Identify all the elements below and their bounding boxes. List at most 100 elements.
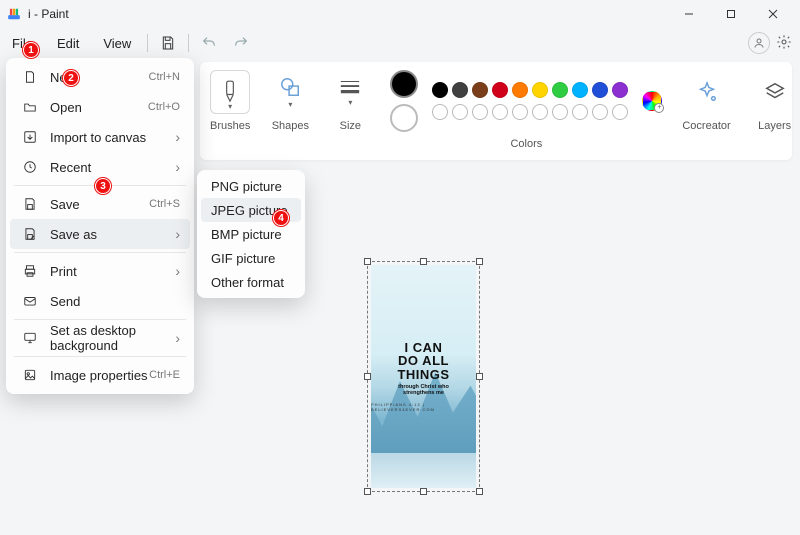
maximize-button[interactable] [710,0,752,28]
color-swatch[interactable] [492,82,508,98]
desktop-icon [20,331,40,345]
color-swatch[interactable] [432,82,448,98]
saveas-menu-item[interactable]: GIF picture [201,246,301,270]
menu-item-label: Save [50,197,149,212]
resize-handle-sw[interactable] [364,488,371,495]
color-swatch[interactable] [552,82,568,98]
menu-item-label: Open [50,100,148,115]
ribbon-label-colors: Colors [510,138,542,150]
menu-edit[interactable]: Edit [45,32,91,55]
submenu-indicator-icon [175,263,180,279]
layers-button[interactable] [751,70,799,114]
resize-handle-nw[interactable] [364,258,371,265]
file-menu-item[interactable]: NewCtrl+N [10,62,190,92]
submenu-indicator-icon [175,129,180,145]
menu-view[interactable]: View [91,32,143,55]
account-button[interactable] [748,32,770,54]
save-quick-button[interactable] [152,29,184,57]
submenu-indicator-icon [175,330,180,346]
resize-handle-e[interactable] [476,373,483,380]
color-swatch[interactable] [452,82,468,98]
undo-button[interactable] [193,29,225,57]
import-icon [20,130,40,144]
submenu-indicator-icon [175,226,180,242]
image-subtext: through Christ whostrengthens me [398,384,449,396]
size-button[interactable]: ▾ [330,70,370,114]
menu-item-label: Save as [50,227,175,242]
window-title: i - Paint [28,7,668,21]
color-swatch[interactable] [512,82,528,98]
file-menu-item[interactable]: OpenCtrl+O [10,92,190,122]
open-icon [20,100,40,114]
brushes-button[interactable]: ▾ [210,70,250,114]
annotation-badge-2: 2 [63,70,79,86]
submenu-indicator-icon [175,159,180,175]
app-icon [6,6,22,22]
file-menu-item[interactable]: Print [10,256,190,286]
color-swatch[interactable] [472,82,488,98]
image-text-line2: DO ALL [398,354,449,368]
new-icon [20,70,40,84]
resize-handle-w[interactable] [364,373,371,380]
menu-item-label: Print [50,264,175,279]
cocreator-button[interactable] [683,70,731,114]
chevron-down-icon: ▾ [288,100,292,109]
color-swatch-empty[interactable] [572,104,588,120]
resize-handle-se[interactable] [476,488,483,495]
ribbon-group-colors: + Colors [390,70,662,150]
color-swatch[interactable] [532,82,548,98]
ribbon-group-shapes: ▾ Shapes [270,70,310,132]
menu-item-label: Import to canvas [50,130,175,145]
redo-button[interactable] [225,29,257,57]
canvas-image: I CAN DO ALL THINGS through Christ whost… [371,265,476,488]
color-swatch-empty[interactable] [552,104,568,120]
resize-handle-s[interactable] [420,488,427,495]
saveas-menu-item[interactable]: BMP picture [201,222,301,246]
chevron-down-icon: ▾ [348,98,352,107]
print-icon [20,264,40,278]
color-swatch[interactable] [572,82,588,98]
file-menu-item[interactable]: Image propertiesCtrl+E [10,360,190,390]
ribbon-label-layers: Layers [758,120,791,132]
color-palette [432,82,628,120]
color-swatch-empty[interactable] [472,104,488,120]
shortcut-label: Ctrl+S [149,198,180,210]
color-swatch-empty[interactable] [432,104,448,120]
file-menu-item[interactable]: Send [10,286,190,316]
file-menu-item[interactable]: Set as desktop background [10,323,190,353]
color-swatch-empty[interactable] [592,104,608,120]
window-controls [668,0,794,28]
selection-box[interactable]: I CAN DO ALL THINGS through Christ whost… [367,261,480,492]
color-swatch-empty[interactable] [492,104,508,120]
color-swatch-empty[interactable] [452,104,468,120]
settings-button[interactable] [776,34,792,53]
ribbon-group-cocreator: Cocreator [682,70,730,132]
ribbon-label-brushes: Brushes [210,120,250,132]
primary-color-swatch[interactable] [390,70,418,98]
title-bar: i - Paint [0,0,800,28]
saveas-menu-item[interactable]: PNG picture [201,174,301,198]
minimize-button[interactable] [668,0,710,28]
color-swatch[interactable] [592,82,608,98]
resize-handle-ne[interactable] [476,258,483,265]
saveas-icon [20,227,40,241]
resize-handle-n[interactable] [420,258,427,265]
file-menu-item[interactable]: Import to canvas [10,122,190,152]
save-icon [20,197,40,211]
shapes-button[interactable]: ▾ [270,70,310,114]
file-menu-item[interactable]: Save as [10,219,190,249]
saveas-menu-item[interactable]: Other format [201,270,301,294]
color-swatch-empty[interactable] [532,104,548,120]
image-text-line3: THINGS [397,368,449,382]
color-swatch-empty[interactable] [612,104,628,120]
image-source-text: PHILIPPIANS 4:13 | BELIEVERS4EVER.COM [371,402,476,412]
ribbon-label-size: Size [340,120,361,132]
recent-icon [20,160,40,174]
chevron-down-icon: ▾ [228,102,232,111]
close-button[interactable] [752,0,794,28]
secondary-color-swatch[interactable] [390,104,418,132]
color-picker-button[interactable]: + [642,91,662,111]
color-swatch-empty[interactable] [512,104,528,120]
color-swatch[interactable] [612,82,628,98]
image-text-line1: I CAN [405,341,443,355]
